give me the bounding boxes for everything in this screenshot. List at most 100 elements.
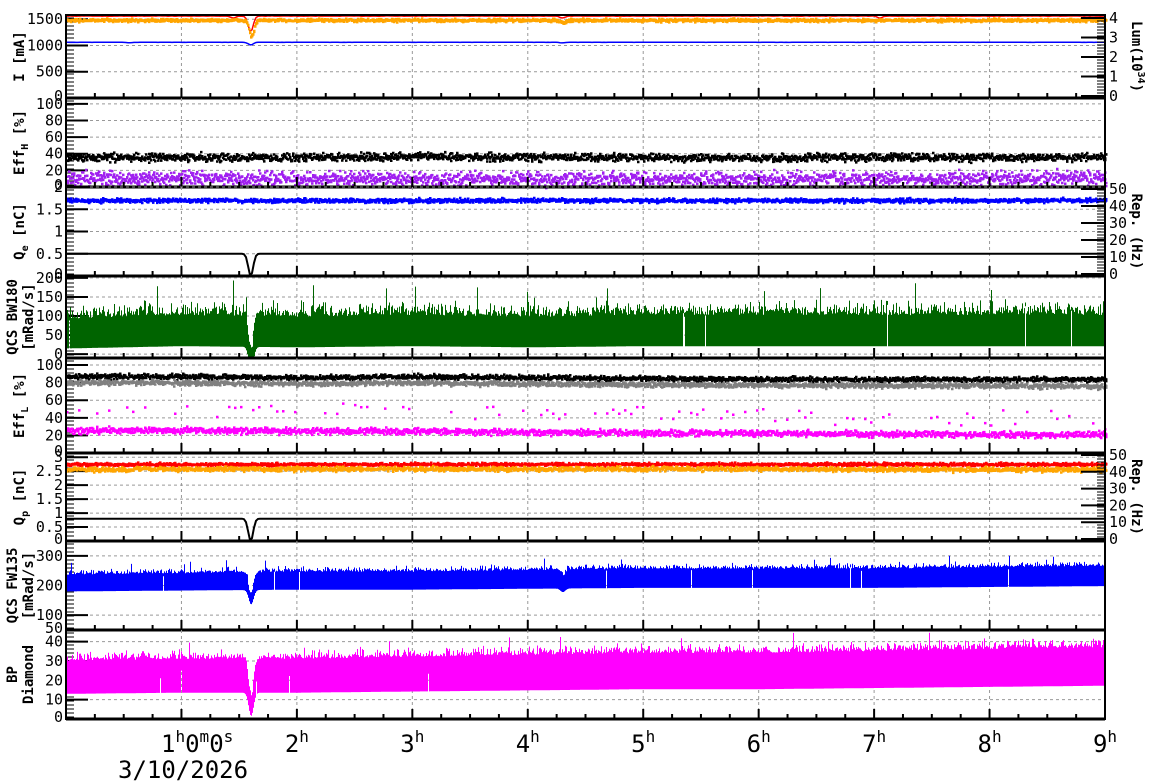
right-tick-label: 40 <box>1109 197 1127 215</box>
x-tick-label: 4h <box>516 727 540 758</box>
y-tick-label: 80 <box>45 111 63 129</box>
y-axis-label: Qp [nC] <box>12 469 31 526</box>
series-effl-magenta-sparse <box>66 402 1107 431</box>
series-bp-diamond <box>66 632 1106 716</box>
x-tick-label: 6h <box>747 727 771 758</box>
y-axis-label-text: I [mA] <box>12 31 28 82</box>
right-tick-label: 3 <box>1109 28 1118 46</box>
y-axis-label: EffL [%] <box>12 373 31 438</box>
x-tick-label-part: 1 <box>161 730 175 758</box>
right-tick-label: 50 <box>1109 446 1127 464</box>
y-tick-label: 500 <box>36 63 63 81</box>
x-tick-label-part: h <box>415 727 425 746</box>
right-tick-label: 50 <box>1109 180 1127 198</box>
y-tick-label: 50 <box>45 326 63 344</box>
x-tick-label-part: 6 <box>747 730 761 758</box>
x-tick-label: 5h <box>631 727 655 758</box>
series-effl-magenta <box>66 425 1108 440</box>
x-tick-label-part: 7 <box>862 730 876 758</box>
right-axis-label-superscript: 34 <box>1135 72 1146 84</box>
y-tick-label: 60 <box>45 391 63 409</box>
y-axis-label-text: Q <box>12 517 28 525</box>
right-tick-label: 4 <box>1109 9 1118 27</box>
y-axis-label-line2: Diamond <box>21 645 37 704</box>
x-tick-label-part: h <box>877 727 887 746</box>
right-tick-label: 20 <box>1109 496 1127 514</box>
right-axis-label-text: Rep. (Hz) <box>1128 459 1144 535</box>
y-tick-label: 60 <box>45 128 63 146</box>
y-tick-label: 20 <box>45 671 63 689</box>
right-tick-label: 0 <box>1109 265 1118 283</box>
y-axis-label: QCS FW135 <box>5 548 21 624</box>
x-tick-label-part: 0 <box>209 730 223 758</box>
x-tick-label-part: h <box>299 727 309 746</box>
y-tick-label: 100 <box>36 307 63 325</box>
y-axis-label: EffH [%] <box>12 110 31 175</box>
x-tick-label-part: m <box>200 727 210 746</box>
series-qcs-fw135 <box>66 555 1106 605</box>
y-axis-label: QCS BW180 <box>5 279 21 355</box>
y-tick-label: 100 <box>36 606 63 624</box>
right-tick-label: 0 <box>1109 87 1118 105</box>
right-axis-label-end: ) <box>1128 84 1144 92</box>
y-tick-label: 0 <box>54 708 63 726</box>
y-tick-label: 80 <box>45 374 63 392</box>
y-tick-label: 100 <box>36 95 63 113</box>
y-tick-label: 40 <box>45 145 63 163</box>
x-tick-label-part: s <box>224 727 234 746</box>
y-axis-label-text: QCS BW180 <box>5 279 21 355</box>
x-tick-label-part: h <box>1107 727 1117 746</box>
y-axis-label-text: Q <box>12 251 28 259</box>
x-tick-label-part: 4 <box>516 730 530 758</box>
y-axis-label-unit: [%] <box>12 373 28 407</box>
y-tick-label: 40 <box>45 633 63 651</box>
right-axis-label: Rep. (Hz) <box>1128 459 1144 535</box>
y-tick-label: 20 <box>45 426 63 444</box>
y-tick-label: 1000 <box>27 36 63 54</box>
y-tick-label: 20 <box>45 161 63 179</box>
right-tick-label: 10 <box>1109 248 1127 266</box>
y-axis-label-text: QCS FW135 <box>5 548 21 624</box>
right-axis-label-text: Rep. (Hz) <box>1128 194 1144 270</box>
x-tick-label-part: 0 <box>185 730 199 758</box>
right-tick-label: 30 <box>1109 480 1127 498</box>
y-tick-label: 200 <box>36 577 63 595</box>
right-tick-label: 40 <box>1109 463 1127 481</box>
y-axis-label: I [mA] <box>12 31 28 82</box>
series-qe <box>66 196 1108 205</box>
x-tick-label: 8h <box>978 727 1002 758</box>
y-tick-label: 1 <box>54 223 63 241</box>
right-tick-label: 30 <box>1109 214 1127 232</box>
x-tick-label: 1h0m0s <box>161 727 233 758</box>
series-qcs-bw180 <box>66 280 1106 358</box>
right-tick-label: 10 <box>1109 513 1127 531</box>
multi-panel-time-chart: 050010001500I [mA]01234Lum(1034)02040608… <box>5 9 1146 782</box>
y-tick-label: 0.5 <box>36 245 63 263</box>
right-tick-label: 2 <box>1109 48 1118 66</box>
y-tick-label: 1500 <box>27 10 63 28</box>
y-axis-label-line2: [mRad/s] <box>21 552 37 619</box>
right-axis-label: Lum(1034) <box>1128 21 1146 92</box>
x-tick-label-part: 3 <box>400 730 414 758</box>
y-tick-label: 1.5 <box>36 200 63 218</box>
y-tick-label: 100 <box>36 356 63 374</box>
series-effh-black <box>66 150 1108 165</box>
y-tick-label: 150 <box>36 288 63 306</box>
y-tick-label: 10 <box>45 691 63 709</box>
y-axis-label-unit: [nC] <box>12 203 28 245</box>
x-axis-date: 3/10/2026 <box>118 756 248 782</box>
x-tick-label-part: h <box>175 727 185 746</box>
right-axis-label: Rep. (Hz) <box>1128 194 1144 270</box>
y-axis-label-unit: [nC] <box>12 469 28 511</box>
right-tick-label: 0 <box>1109 530 1118 548</box>
x-tick-label-part: h <box>530 727 540 746</box>
x-tick-label: 2h <box>285 727 309 758</box>
right-tick-label: 1 <box>1109 67 1118 85</box>
y-axis-label: Qe [nC] <box>12 203 31 260</box>
y-tick-label: 2 <box>54 178 63 196</box>
x-tick-label-part: h <box>992 727 1002 746</box>
y-axis-label: BP <box>5 666 21 683</box>
y-tick-label: 300 <box>36 547 63 565</box>
x-tick-label: 9h <box>1093 727 1117 758</box>
y-axis-label-unit: [%] <box>12 110 28 144</box>
